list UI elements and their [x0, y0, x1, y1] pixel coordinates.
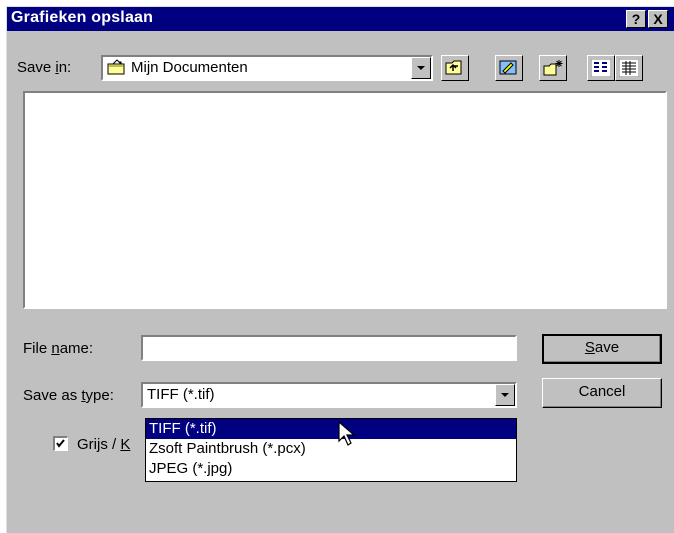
up-one-level-icon: [445, 60, 462, 75]
file-name-label: File name:: [23, 340, 94, 357]
new-folder-button[interactable]: [539, 55, 567, 81]
mouse-cursor-icon: [338, 421, 356, 446]
save-in-value: Mijn Documenten: [131, 59, 248, 76]
window-title: Grafieken opslaan: [11, 9, 154, 26]
list-item[interactable]: JPEG (*.jpg): [146, 459, 516, 479]
save-as-type-list[interactable]: TIFF (*.tif) Zsoft Paintbrush (*.pcx) JP…: [145, 418, 517, 482]
new-folder-icon: [543, 60, 563, 76]
grijs-checkbox[interactable]: [53, 436, 68, 451]
save-dialog: Grafieken opslaan ? X Save in: Mijn Docu…: [6, 6, 674, 533]
close-button[interactable]: X: [648, 10, 668, 28]
save-as-type-value: TIFF (*.tif): [147, 386, 215, 403]
list-item[interactable]: Zsoft Paintbrush (*.pcx): [146, 439, 516, 459]
desktop-icon: [499, 60, 517, 75]
list-view-icon: [591, 59, 611, 77]
folder-icon: [107, 59, 127, 81]
save-as-type-dropdown-arrow[interactable]: [495, 384, 515, 406]
desktop-button[interactable]: [495, 55, 523, 81]
save-in-label: Save in:: [17, 59, 72, 76]
save-in-dropdown-arrow[interactable]: [411, 57, 431, 79]
details-view-button[interactable]: [615, 55, 643, 81]
list-view-button[interactable]: [587, 55, 615, 81]
grijs-checkbox-label: Grijs / K: [77, 436, 131, 453]
title-bar[interactable]: Grafieken opslaan ? X: [7, 7, 674, 31]
save-as-type-label: Save as type:: [23, 387, 114, 404]
checkmark-icon: [56, 439, 65, 448]
help-button[interactable]: ?: [626, 10, 646, 28]
save-in-dropdown[interactable]: Mijn Documenten: [101, 55, 433, 81]
file-name-input[interactable]: [141, 335, 517, 361]
save-button[interactable]: Save: [542, 334, 662, 364]
up-one-level-button[interactable]: [441, 55, 469, 81]
cancel-button[interactable]: Cancel: [542, 378, 662, 408]
list-item[interactable]: TIFF (*.tif): [146, 419, 516, 439]
file-list[interactable]: [23, 91, 667, 309]
details-view-icon: [619, 59, 639, 77]
save-as-type-dropdown[interactable]: TIFF (*.tif): [141, 382, 517, 408]
